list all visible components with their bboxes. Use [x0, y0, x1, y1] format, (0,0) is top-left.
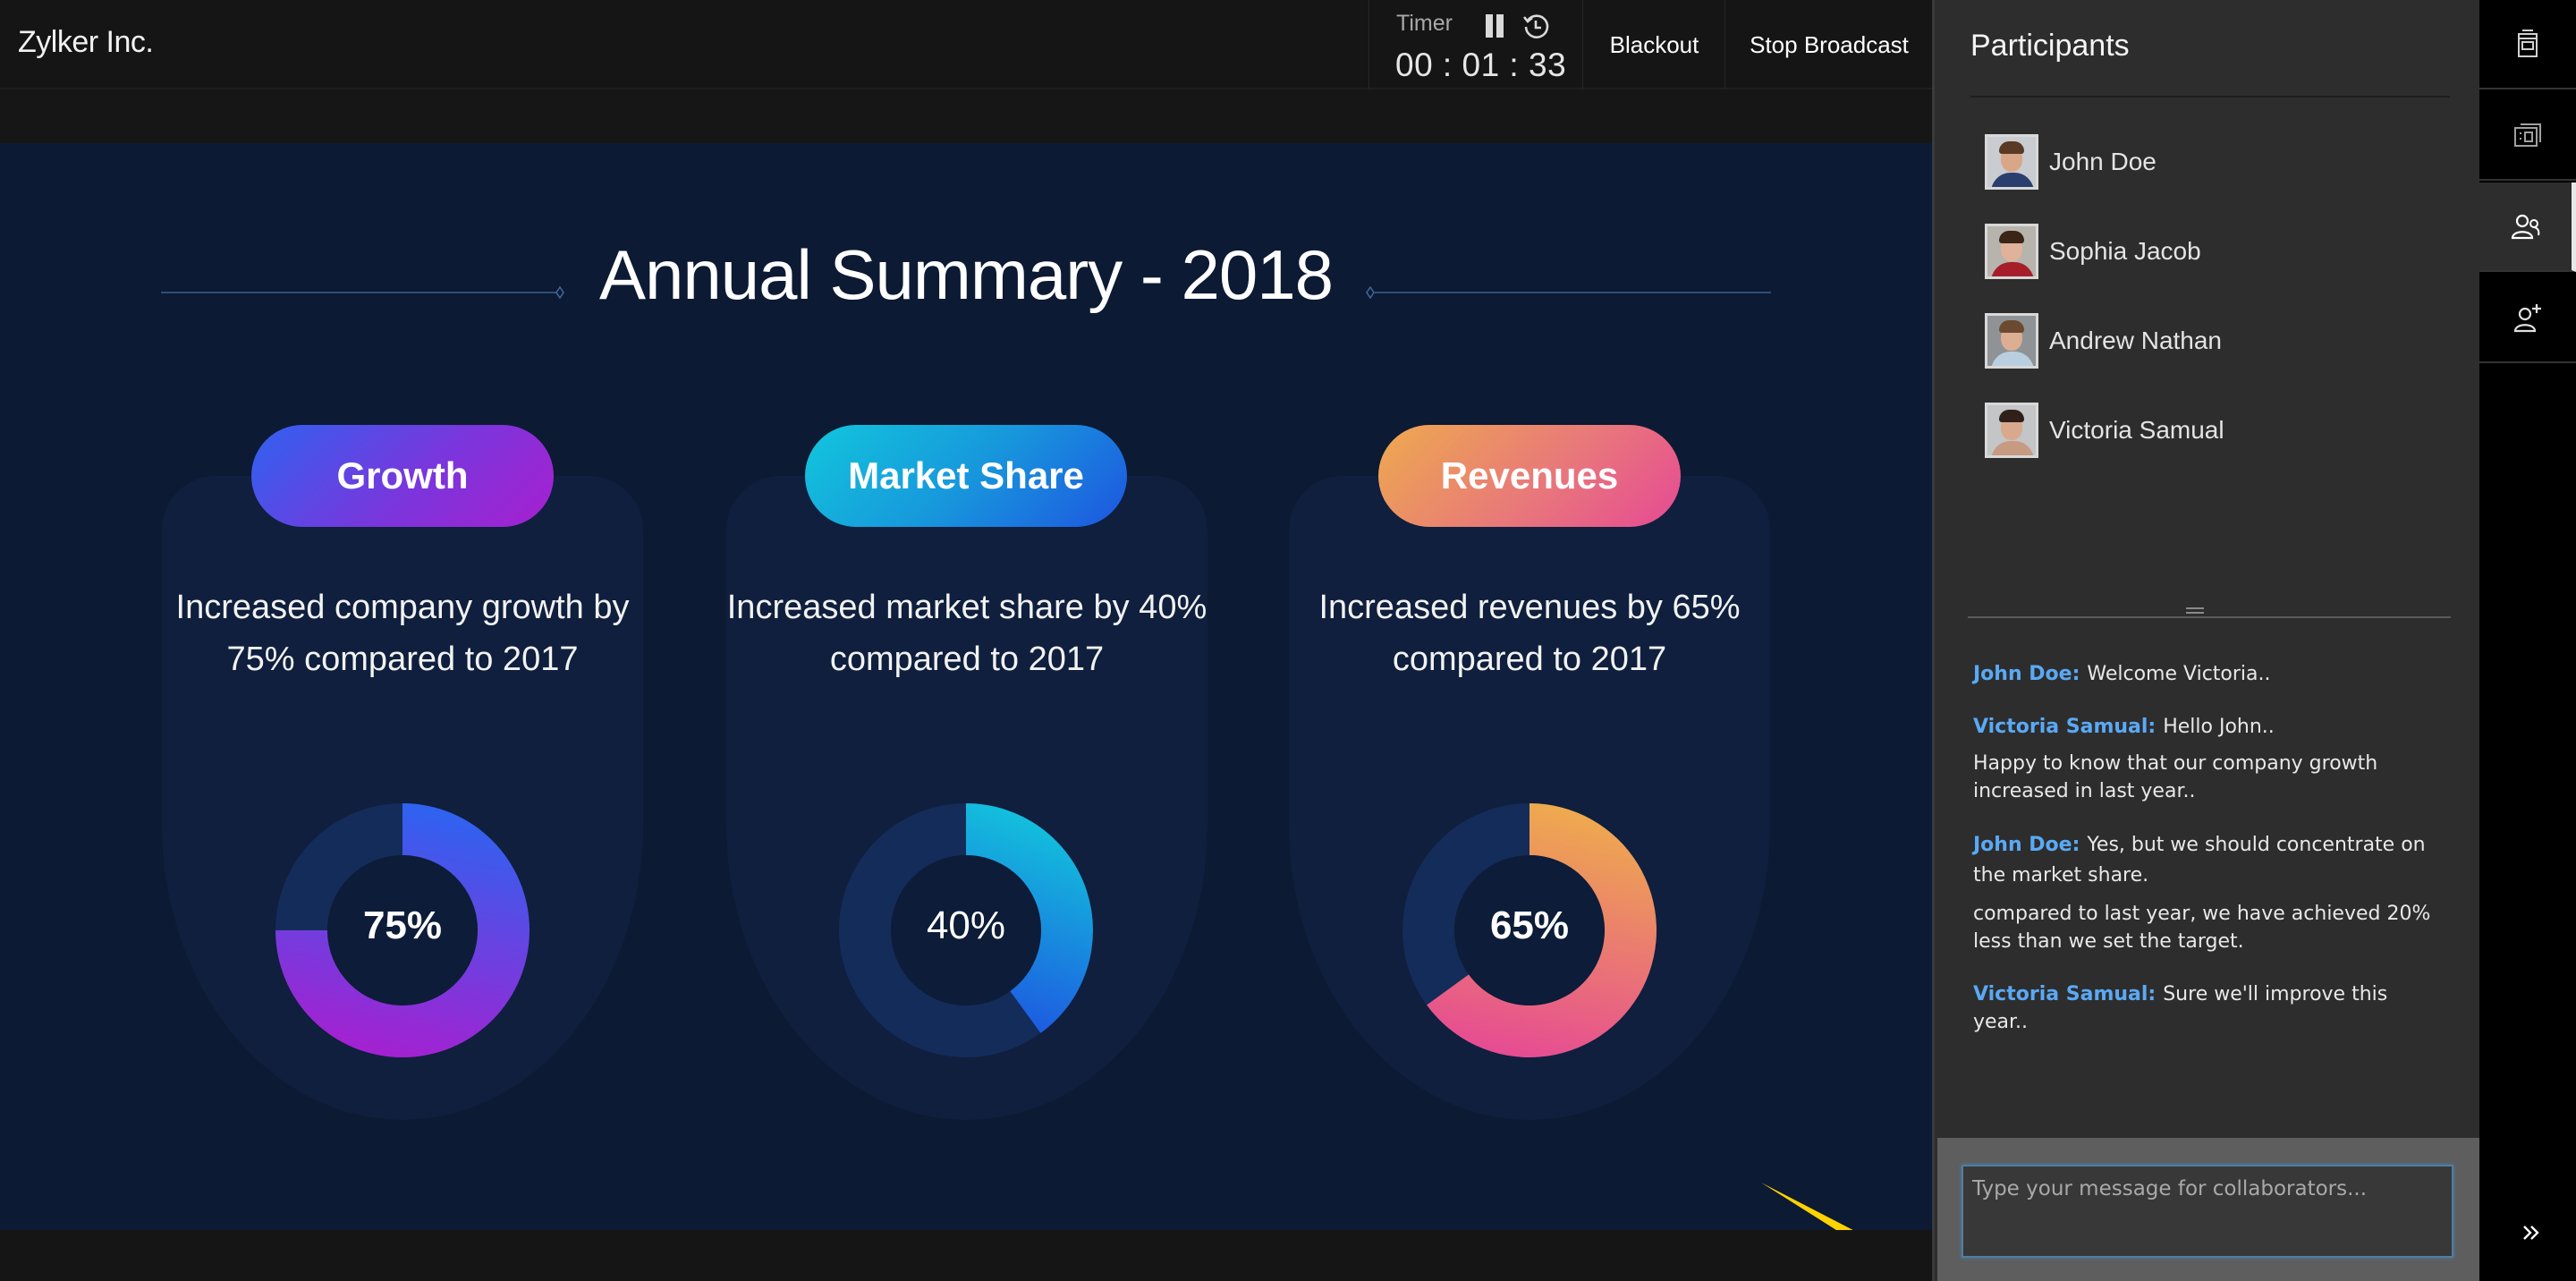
- slides-icon: [2518, 30, 2538, 57]
- chat-sender: John Doe:: [1973, 834, 2080, 856]
- timer: Timer 00 : 01 : 33: [1368, 0, 1583, 89]
- chat-message: John Doe: Yes, but we should concentrate …: [1973, 830, 2438, 955]
- chat-log: John Doe: Welcome Victoria.. Victoria Sam…: [1973, 660, 2438, 1061]
- market-share-badge: Market Share: [805, 425, 1127, 527]
- chat-message-input[interactable]: [1962, 1165, 2453, 1258]
- participant-name: Sophia Jacob: [2049, 237, 2201, 265]
- reset-timer-icon[interactable]: [1521, 12, 1552, 42]
- participants-icon: [2511, 214, 2539, 240]
- compose-area: [1937, 1138, 2479, 1281]
- avatar: [1985, 313, 2038, 369]
- participant-name: Andrew Nathan: [2049, 327, 2223, 354]
- market-share-value-label: 40%: [926, 903, 1006, 947]
- avatar: [1985, 224, 2038, 279]
- participants-tab[interactable]: [2479, 182, 2576, 272]
- avatar: [1985, 134, 2038, 190]
- panel-divider: [1970, 96, 2450, 98]
- chat-sender: Victoria Samual:: [1973, 983, 2157, 1005]
- participant-name: John Doe: [2049, 148, 2157, 175]
- add-participant-tab[interactable]: [2479, 274, 2576, 363]
- chat-continuation: compared to last year, we have achieved …: [1973, 903, 2431, 953]
- notes-icon: [2514, 123, 2541, 147]
- footer-bar: [0, 1230, 1932, 1281]
- chat-continuation: Happy to know that our company growth in…: [1973, 752, 2378, 802]
- brand-name: Zylker Inc.: [18, 25, 154, 59]
- top-header: Zylker Inc. Timer 00 : 01 : 33 Blackout …: [0, 0, 1932, 89]
- growth-badge: Growth: [251, 425, 554, 527]
- stop-broadcast-button[interactable]: Stop Broadcast: [1726, 0, 1932, 89]
- chat-divider: [1968, 616, 2451, 618]
- double-chevron-right-icon: [2523, 1226, 2539, 1240]
- timer-label: Timer: [1396, 11, 1453, 36]
- resize-handle[interactable]: [2186, 607, 2204, 615]
- chat-message: Victoria Samual: Sure we'll improve this …: [1973, 980, 2438, 1036]
- add-participant-icon: [2513, 304, 2541, 333]
- chat-sender: Victoria Samual:: [1973, 716, 2157, 738]
- chat-message: Victoria Samual: Hello John.. Happy to kn…: [1973, 713, 2438, 805]
- revenues-description: Increased revenues by 65% compared to 20…: [1318, 589, 1741, 678]
- growth-value-label: 75%: [362, 903, 443, 947]
- slides-tab[interactable]: [2479, 0, 2576, 89]
- pause-icon[interactable]: [1484, 14, 1505, 39]
- chat-text: Hello John..: [2163, 716, 2275, 738]
- revenues-value-label: 65%: [1489, 903, 1570, 947]
- presentation-slide: Annual Summary - 2018 Growth Market Shar…: [0, 143, 1932, 1230]
- market-share-description: Increased market share by 40% compared t…: [726, 589, 1208, 678]
- chat-sender: John Doe:: [1973, 663, 2080, 685]
- slide-title: Annual Summary - 2018: [598, 235, 1334, 314]
- participant-item[interactable]: Sophia Jacob: [1985, 224, 2414, 279]
- participant-item[interactable]: John Doe: [1985, 134, 2414, 190]
- pointer-arrow-icon: [1761, 1183, 1853, 1230]
- participant-item[interactable]: Victoria Samual: [1985, 403, 2414, 458]
- tool-strip: [2479, 0, 2576, 1281]
- avatar: [1985, 403, 2038, 458]
- collapse-panel-button[interactable]: [2513, 1215, 2549, 1251]
- growth-description: Increased company growth by 75% compared…: [175, 589, 630, 678]
- timer-value: 00 : 01 : 33: [1395, 47, 1567, 83]
- notes-tab[interactable]: [2479, 91, 2576, 181]
- title-decoration-right: [1374, 292, 1771, 293]
- participants-panel: Participants John Doe Sophia Jacob Andre…: [1932, 0, 2479, 1281]
- header-spacer: [0, 89, 1932, 143]
- participant-item[interactable]: Andrew Nathan: [1985, 313, 2414, 369]
- chat-text: Welcome Victoria..: [2087, 663, 2271, 685]
- blackout-button[interactable]: Blackout: [1584, 0, 1725, 89]
- chat-message: John Doe: Welcome Victoria..: [1973, 660, 2438, 688]
- panel-title: Participants: [1970, 29, 2130, 63]
- participant-name: Victoria Samual: [2049, 416, 2224, 444]
- revenues-badge: Revenues: [1378, 425, 1681, 527]
